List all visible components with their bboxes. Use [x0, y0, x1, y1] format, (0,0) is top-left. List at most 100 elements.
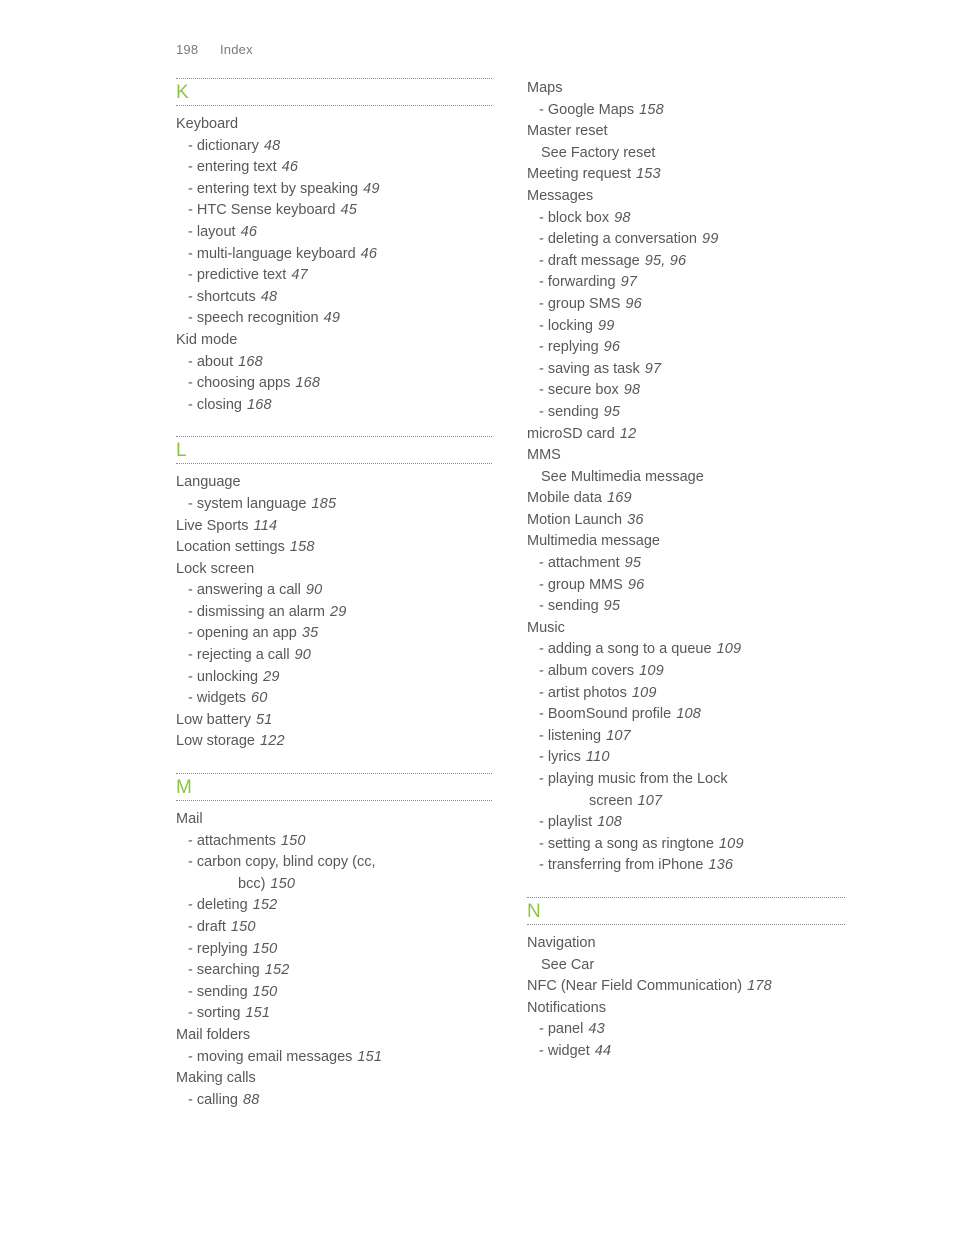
- index-entry[interactable]: - saving as task 97: [527, 359, 845, 381]
- index-entry[interactable]: - playing music from the Lock: [527, 769, 845, 791]
- entry-page-numbers[interactable]: 29: [263, 669, 280, 685]
- index-entry[interactable]: bcc) 150: [176, 874, 492, 896]
- entry-page-numbers[interactable]: 108: [597, 814, 622, 830]
- entry-page-numbers[interactable]: 109: [639, 663, 664, 679]
- index-entry[interactable]: - setting a song as ringtone 109: [527, 834, 845, 856]
- entry-page-numbers[interactable]: 150: [281, 833, 306, 849]
- index-entry[interactable]: - entering text by speaking 49: [176, 179, 492, 201]
- index-entry[interactable]: - dismissing an alarm 29: [176, 602, 492, 624]
- entry-page-numbers[interactable]: 151: [245, 1005, 270, 1021]
- index-entry[interactable]: - closing 168: [176, 395, 492, 417]
- index-entry[interactable]: - forwarding 97: [527, 272, 845, 294]
- entry-page-numbers[interactable]: 169: [607, 490, 632, 506]
- index-entry[interactable]: - draft 150: [176, 917, 492, 939]
- index-entry[interactable]: - about 168: [176, 352, 492, 374]
- index-entry[interactable]: - BoomSound profile 108: [527, 704, 845, 726]
- index-entry[interactable]: - lyrics 110: [527, 747, 845, 769]
- index-entry[interactable]: Mail: [176, 809, 492, 831]
- entry-page-numbers[interactable]: 178: [747, 978, 772, 994]
- index-entry[interactable]: - HTC Sense keyboard 45: [176, 200, 492, 222]
- index-entry[interactable]: - searching 152: [176, 960, 492, 982]
- entry-page-numbers[interactable]: 107: [638, 793, 663, 809]
- index-entry[interactable]: Mail folders: [176, 1025, 492, 1047]
- index-entry[interactable]: Location settings 158: [176, 537, 492, 559]
- entry-page-numbers[interactable]: 88: [243, 1092, 260, 1108]
- index-entry[interactable]: - layout 46: [176, 222, 492, 244]
- index-entry[interactable]: - predictive text 47: [176, 265, 492, 287]
- entry-page-numbers[interactable]: 98: [614, 210, 631, 226]
- index-entry[interactable]: - attachment 95: [527, 553, 845, 575]
- index-entry[interactable]: Low storage 122: [176, 731, 492, 753]
- entry-page-numbers[interactable]: 51: [256, 712, 273, 728]
- entry-page-numbers[interactable]: 35: [302, 625, 319, 641]
- index-entry[interactable]: - deleting 152: [176, 895, 492, 917]
- entry-page-numbers[interactable]: 152: [253, 897, 278, 913]
- index-entry[interactable]: - album covers 109: [527, 661, 845, 683]
- index-entry[interactable]: Notifications: [527, 998, 845, 1020]
- index-entry[interactable]: microSD card 12: [527, 424, 845, 446]
- entry-page-numbers[interactable]: 108: [676, 706, 701, 722]
- index-entry[interactable]: - choosing apps 168: [176, 373, 492, 395]
- index-entry[interactable]: Maps: [527, 78, 845, 100]
- index-entry[interactable]: Low battery 51: [176, 710, 492, 732]
- entry-page-numbers[interactable]: 185: [311, 496, 336, 512]
- index-entry[interactable]: Mobile data 169: [527, 488, 845, 510]
- index-entry[interactable]: - carbon copy, blind copy (cc,: [176, 852, 492, 874]
- entry-page-numbers[interactable]: 150: [253, 984, 278, 1000]
- index-entry[interactable]: - sending 95: [527, 596, 845, 618]
- entry-page-numbers[interactable]: 47: [291, 267, 308, 283]
- entry-page-numbers[interactable]: 90: [295, 647, 312, 663]
- entry-page-numbers[interactable]: 99: [702, 231, 719, 247]
- index-entry[interactable]: Navigation: [527, 933, 845, 955]
- entry-page-numbers[interactable]: 168: [247, 397, 272, 413]
- index-entry[interactable]: - unlocking 29: [176, 667, 492, 689]
- index-entry[interactable]: - secure box 98: [527, 380, 845, 402]
- entry-page-numbers[interactable]: 45: [340, 202, 357, 218]
- index-entry[interactable]: - Google Maps 158: [527, 100, 845, 122]
- index-entry[interactable]: Music: [527, 618, 845, 640]
- entry-page-numbers[interactable]: 49: [363, 181, 380, 197]
- index-entry[interactable]: - system language 185: [176, 494, 492, 516]
- index-entry[interactable]: - transferring from iPhone 136: [527, 855, 845, 877]
- entry-page-numbers[interactable]: 96: [604, 339, 621, 355]
- entry-page-numbers[interactable]: 95: [604, 598, 621, 614]
- entry-page-numbers[interactable]: 109: [632, 685, 657, 701]
- index-entry[interactable]: Messages: [527, 186, 845, 208]
- entry-page-numbers[interactable]: 90: [306, 582, 323, 598]
- entry-page-numbers[interactable]: 46: [361, 246, 378, 262]
- index-entry[interactable]: - playlist 108: [527, 812, 845, 834]
- entry-page-numbers[interactable]: 98: [624, 382, 641, 398]
- index-entry[interactable]: - rejecting a call 90: [176, 645, 492, 667]
- index-entry[interactable]: screen 107: [527, 791, 845, 813]
- index-entry[interactable]: - shortcuts 48: [176, 287, 492, 309]
- entry-page-numbers[interactable]: 150: [270, 876, 295, 892]
- index-entry[interactable]: - dictionary 48: [176, 136, 492, 158]
- index-entry[interactable]: MMS: [527, 445, 845, 467]
- entry-page-numbers[interactable]: 29: [330, 604, 347, 620]
- index-entry[interactable]: - draft message 95, 96: [527, 251, 845, 273]
- index-entry[interactable]: - moving email messages 151: [176, 1047, 492, 1069]
- entry-page-numbers[interactable]: 44: [595, 1043, 612, 1059]
- index-entry[interactable]: - speech recognition 49: [176, 308, 492, 330]
- entry-page-numbers[interactable]: 107: [606, 728, 631, 744]
- index-entry[interactable]: - multi-language keyboard 46: [176, 244, 492, 266]
- entry-page-numbers[interactable]: 168: [238, 354, 263, 370]
- entry-page-numbers[interactable]: 110: [586, 749, 610, 765]
- index-entry[interactable]: - answering a call 90: [176, 580, 492, 602]
- entry-page-numbers[interactable]: 95: [625, 555, 642, 571]
- index-entry[interactable]: - attachments 150: [176, 831, 492, 853]
- index-entry[interactable]: Meeting request 153: [527, 164, 845, 186]
- index-entry[interactable]: Lock screen: [176, 559, 492, 581]
- index-entry[interactable]: - group MMS 96: [527, 575, 845, 597]
- index-entry[interactable]: See Factory reset: [527, 143, 845, 165]
- index-entry[interactable]: Master reset: [527, 121, 845, 143]
- index-entry[interactable]: Making calls: [176, 1068, 492, 1090]
- index-entry[interactable]: Multimedia message: [527, 531, 845, 553]
- entry-page-numbers[interactable]: 136: [708, 857, 733, 873]
- index-entry[interactable]: See Multimedia message: [527, 467, 845, 489]
- entry-page-numbers[interactable]: 46: [282, 159, 299, 175]
- index-entry[interactable]: - replying 150: [176, 939, 492, 961]
- entry-page-numbers[interactable]: 48: [261, 289, 278, 305]
- index-entry[interactable]: Kid mode: [176, 330, 492, 352]
- entry-page-numbers[interactable]: 96: [628, 577, 645, 593]
